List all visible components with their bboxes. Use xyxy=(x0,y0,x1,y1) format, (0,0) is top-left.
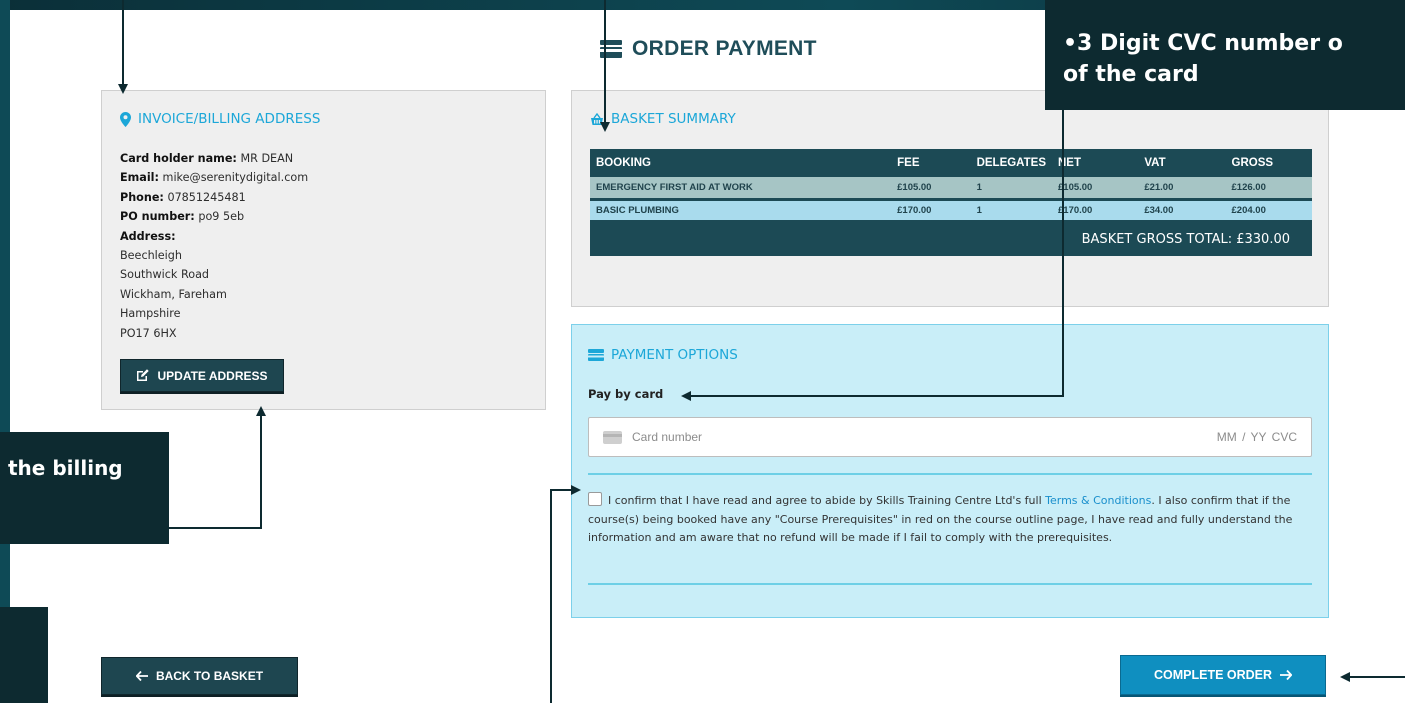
billing-line: Address: xyxy=(120,229,176,243)
credit-card-icon xyxy=(600,40,622,58)
callout-cvc-line1: •3 Digit CVC number o xyxy=(1063,31,1343,56)
column-header: NET xyxy=(1052,149,1139,177)
card-number-placeholder: Card number xyxy=(632,430,703,444)
table-header-row: BOOKING FEE DELEGATES NET VAT GROSS xyxy=(590,149,1312,177)
billing-details: Card holder name: MR DEAN Email: mike@se… xyxy=(120,149,308,343)
tutorial-callout-cvc: •3 Digit CVC number o of the card xyxy=(1045,0,1405,110)
column-header: VAT xyxy=(1138,149,1226,177)
column-header: FEE xyxy=(891,149,971,177)
update-address-label: UPDATE ADDRESS xyxy=(157,368,268,383)
basket-heading: BASKET SUMMARY xyxy=(590,111,736,127)
billing-line: Southwick Road xyxy=(120,268,210,282)
card-expiry-cvc-placeholder: MM / YY CVC xyxy=(1216,430,1297,444)
card-number-input[interactable]: Card number MM / YY CVC xyxy=(588,417,1312,457)
basket-icon xyxy=(591,112,603,125)
page-title: ORDER PAYMENT xyxy=(600,36,817,62)
back-to-basket-label: BACK TO BASKET xyxy=(155,669,264,683)
arrow-to-update-address xyxy=(169,406,266,529)
basket-heading-text: BASKET SUMMARY xyxy=(611,111,736,127)
map-marker-icon xyxy=(120,111,131,127)
callout-cvc-line2: of the card xyxy=(1063,62,1199,87)
divider xyxy=(588,583,1312,585)
pay-by-card-label: Pay by card xyxy=(588,387,664,401)
billing-line: Hampshire xyxy=(120,307,181,321)
table-row: EMERGENCY FIRST AID AT WORK £105.00 1 £1… xyxy=(590,177,1312,201)
credit-card-icon xyxy=(588,349,604,361)
back-to-basket-button[interactable]: BACK TO BASKET xyxy=(101,657,298,695)
table-cell: £170.00 xyxy=(1052,199,1139,223)
table-cell: £105.00 xyxy=(891,177,971,201)
terms-conditions-link[interactable]: Terms & Conditions xyxy=(1045,494,1151,507)
billing-line: PO17 6HX xyxy=(120,326,177,340)
billing-line: Email: mike@serenitydigital.com xyxy=(120,171,309,185)
terms-confirmation: I confirm that I have read and agree to … xyxy=(588,492,1314,548)
column-header: BOOKING xyxy=(590,149,892,177)
payment-options-panel: PAYMENT OPTIONS Pay by card Card number … xyxy=(571,324,1329,618)
tutorial-callout-left xyxy=(0,607,48,703)
terms-text-start: I confirm that I have read and agree to … xyxy=(608,494,1046,507)
billing-line: Wickham, Fareham xyxy=(120,287,227,301)
billing-line: Card holder name: MR DEAN xyxy=(120,152,294,165)
edit-icon xyxy=(137,369,150,381)
arrow-left-icon xyxy=(135,671,148,681)
billing-address-panel: INVOICE/BILLING ADDRESS Card holder name… xyxy=(101,90,546,410)
callout-billing-text: the billing xyxy=(8,456,123,480)
basket-table: BOOKING FEE DELEGATES NET VAT GROSS EMER… xyxy=(590,149,1312,256)
table-cell: 1 xyxy=(970,177,1052,201)
table-cell: £21.00 xyxy=(1138,177,1226,201)
card-icon xyxy=(603,430,622,444)
page-frame-left xyxy=(0,0,10,703)
payment-heading: PAYMENT OPTIONS xyxy=(588,347,738,363)
billing-line: Beechleigh xyxy=(120,249,182,263)
billing-heading: INVOICE/BILLING ADDRESS xyxy=(120,111,320,127)
billing-heading-text: INVOICE/BILLING ADDRESS xyxy=(138,111,321,127)
column-header: DELEGATES xyxy=(970,149,1052,177)
basket-total-row: BASKET GROSS TOTAL: £330.00 xyxy=(590,221,1312,256)
divider xyxy=(588,473,1312,475)
table-row: BASIC PLUMBING £170.00 1 £170.00 £34.00 … xyxy=(590,199,1312,223)
tutorial-callout-billing: the billing xyxy=(0,432,169,544)
table-cell: £126.00 xyxy=(1225,177,1312,201)
update-address-button[interactable]: UPDATE ADDRESS xyxy=(120,359,284,392)
payment-heading-text: PAYMENT OPTIONS xyxy=(611,347,738,363)
callout-cvc-text: •3 Digit CVC number o of the card xyxy=(1063,28,1405,90)
table-cell: BASIC PLUMBING xyxy=(590,199,892,223)
arrow-right-icon xyxy=(1280,670,1293,680)
billing-line: Phone: 07851245481 xyxy=(120,190,246,204)
table-cell: £170.00 xyxy=(891,199,971,223)
table-cell: 1 xyxy=(970,199,1052,223)
billing-line: PO number: po9 5eb xyxy=(120,210,245,224)
basket-summary-panel: BASKET SUMMARY BOOKING FEE DELEGATES NET… xyxy=(571,90,1329,307)
table-cell: £34.00 xyxy=(1138,199,1226,223)
column-header: GROSS xyxy=(1225,149,1312,177)
page-title-text: ORDER PAYMENT xyxy=(632,37,817,60)
complete-order-label: COMPLETE ORDER xyxy=(1153,668,1273,682)
basket-gross-total: BASKET GROSS TOTAL: £330.00 xyxy=(590,221,1312,256)
complete-order-button[interactable]: COMPLETE ORDER xyxy=(1120,655,1326,695)
table-cell: £204.00 xyxy=(1225,199,1312,223)
table-cell: £105.00 xyxy=(1052,177,1139,201)
table-cell: EMERGENCY FIRST AID AT WORK xyxy=(590,177,892,201)
terms-checkbox[interactable] xyxy=(588,492,602,506)
